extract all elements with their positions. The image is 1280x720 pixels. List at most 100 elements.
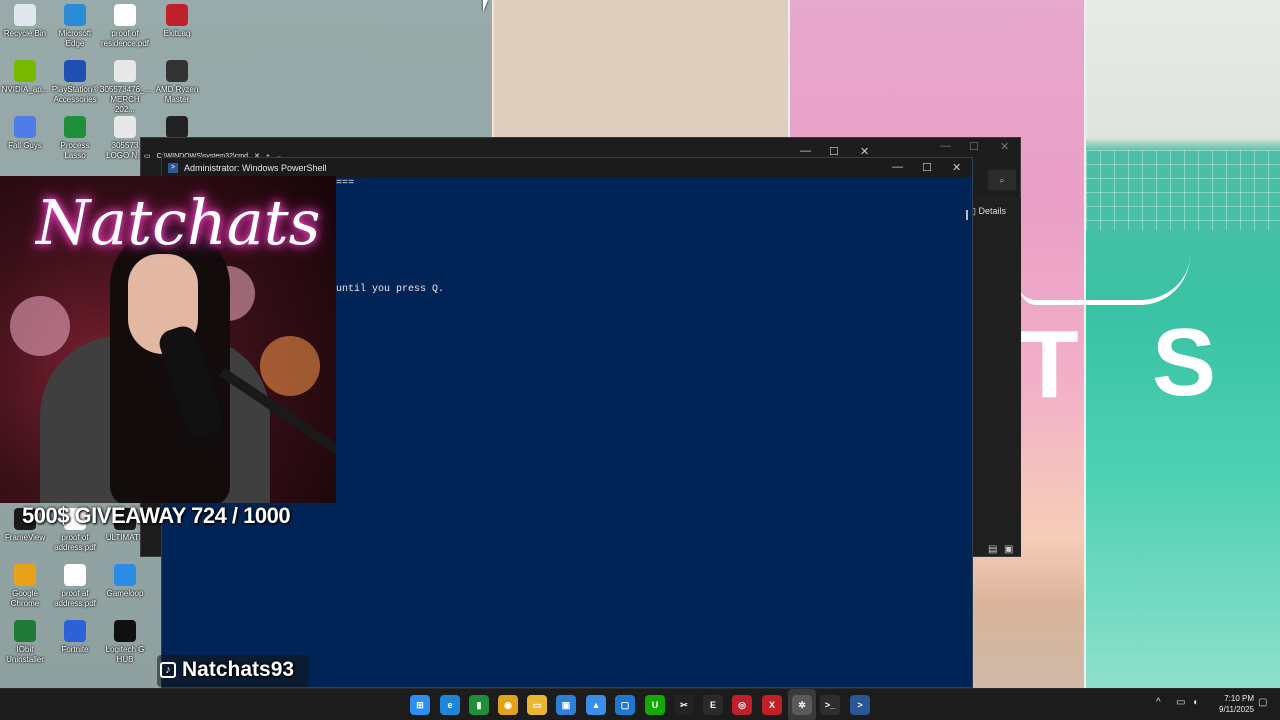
desktop-icon-label: Microsoft Edge: [58, 29, 92, 48]
scrollbar-thumb[interactable]: [966, 210, 968, 220]
desktop-icon[interactable]: 305573476_... MERCH 202...: [100, 60, 152, 115]
app-icon: [114, 4, 136, 26]
desktop-icon-label: Fortnite: [61, 645, 89, 654]
notification-icon[interactable]: ▢: [1258, 697, 1267, 708]
app-icon: [114, 116, 136, 138]
desktop-icon-label: proof af address.pdf: [54, 589, 96, 608]
desktop-icon-label: Logitech G HUB: [105, 645, 145, 664]
desktop-icon[interactable]: Fortnite: [50, 620, 100, 655]
desktop-icon[interactable]: Recycle Bin: [0, 4, 50, 39]
console-line: ===: [336, 178, 355, 189]
social-handle: ♪ Natchats93: [160, 658, 294, 682]
details-label: Details: [978, 206, 1006, 216]
taskbar-explorer-icon[interactable]: ▭: [527, 695, 547, 715]
details-button[interactable]: ▯ Details: [971, 206, 1006, 217]
taskbar-chrome-icon[interactable]: ◉: [498, 695, 518, 715]
app-icon: [14, 620, 36, 642]
desktop-icon[interactable]: Logitech G HUB: [100, 620, 150, 665]
app-icon: [64, 60, 86, 82]
maximize-icon[interactable]: ☐: [969, 140, 979, 153]
taskbar-photos-icon[interactable]: ▲: [586, 695, 606, 715]
close-icon[interactable]: ✕: [1000, 140, 1009, 153]
desktop-icon-label: Fall Guys: [8, 141, 42, 150]
desktop-icon[interactable]: Fall Guys: [0, 116, 50, 151]
close-icon[interactable]: ✕: [952, 161, 961, 174]
app-icon: [14, 564, 36, 586]
desktop-icon[interactable]: IObit Uninstaller: [0, 620, 50, 665]
webcam-overlay: Natchats: [0, 176, 336, 503]
desktop-icon[interactable]: proof af address.pdf: [50, 564, 100, 609]
taskbar-terminal-icon[interactable]: >_: [820, 695, 840, 715]
taskbar: ⊞ e ▮ ◉ ▭ ▣ ▲ ▢ U ✂ E ◎ X ✲ >_ > ^ ▭ ◖ 7:10 PM 9/11/202…: [0, 688, 1280, 720]
desktop-icon[interactable]: AMD Ryzen Master: [152, 60, 202, 105]
handle-text: Natchats93: [182, 658, 295, 681]
taskbar-powershell-icon[interactable]: >: [850, 695, 870, 715]
taskbar-epic-icon[interactable]: E: [703, 695, 723, 715]
desktop-icon[interactable]: proof of residence.pdf: [100, 4, 150, 49]
app-icon: [166, 4, 188, 26]
taskbar-remote-icon[interactable]: ▢: [615, 695, 635, 715]
desktop-icon[interactable]: Gameloop: [100, 564, 150, 599]
desktop-icon-label: PlayStation® Accessories: [51, 85, 99, 104]
desktop-icon-label: Process Lasso: [60, 141, 90, 160]
maximize-icon[interactable]: ☐: [922, 161, 932, 174]
wallpaper-letter: T: [1020, 311, 1079, 418]
tiles-view-icon[interactable]: ▣: [1004, 544, 1013, 555]
app-icon: [14, 4, 36, 26]
clock[interactable]: 7:10 PM 9/11/2025: [1219, 693, 1254, 715]
taskbar-amd-icon[interactable]: ◎: [732, 695, 752, 715]
desktop-icon-label: NVIDIA_ap...: [1, 85, 49, 94]
taskbar-upwork-icon[interactable]: U: [645, 695, 665, 715]
desktop-icon[interactable]: Google Chrome: [0, 564, 50, 609]
desktop-icon[interactable]: Process Lasso: [50, 116, 100, 161]
powershell-titlebar[interactable]: > Administrator: Windows PowerShell: [162, 158, 972, 178]
minimize-icon[interactable]: —: [940, 140, 951, 152]
console-line: until you press Q.: [336, 284, 445, 295]
minimize-icon[interactable]: —: [892, 161, 903, 173]
taskbar-store-icon[interactable]: ▣: [556, 695, 576, 715]
app-icon: [14, 60, 36, 82]
wallpaper-letter: S: [1152, 309, 1217, 416]
desktop-icon-label: 305573476_... MERCH 202...: [100, 85, 152, 114]
app-icon: [166, 60, 188, 82]
app-icon: [64, 620, 86, 642]
background-flower: [10, 296, 70, 356]
desktop-icon[interactable]: Microsoft Edge: [50, 4, 100, 49]
terminal-tab-icon: ▭: [144, 153, 151, 160]
desktop-icon-label: AMD Ryzen Master: [155, 85, 199, 104]
clock-date: 9/11/2025: [1219, 705, 1254, 714]
powershell-title: Administrator: Windows PowerShell: [184, 163, 327, 173]
taskbar-start-icon[interactable]: ⊞: [410, 695, 430, 715]
neon-sign: Natchats: [36, 186, 321, 259]
wallpaper-arc: [1020, 255, 1190, 305]
wallpaper-tiles: [1086, 150, 1280, 230]
desktop-icon[interactable]: ExitLag: [152, 4, 202, 39]
taskbar-edge-icon[interactable]: e: [440, 695, 460, 715]
app-icon: [14, 116, 36, 138]
clock-time: 7:10 PM: [1224, 694, 1254, 703]
network-icon[interactable]: ▭: [1176, 697, 1185, 708]
taskbar-settings-icon[interactable]: ✲: [792, 695, 812, 715]
minimize-icon[interactable]: —: [800, 145, 811, 157]
volume-icon[interactable]: ◖: [1192, 697, 1198, 708]
chevron-up-icon[interactable]: ^: [1156, 697, 1161, 708]
desktop-icon-label: Google Chrome: [10, 589, 40, 608]
taskbar-exitlag-icon[interactable]: X: [762, 695, 782, 715]
app-icon: [64, 116, 86, 138]
desktop-icon-label: IObit Uninstaller: [6, 645, 44, 664]
search-icon[interactable]: ⌕: [988, 170, 1016, 190]
background-lamp: [260, 336, 320, 396]
mouse-cursor-icon: [483, 0, 493, 12]
taskbar-excel-icon[interactable]: ▮: [469, 695, 489, 715]
details-view-icon[interactable]: ▤: [988, 544, 997, 555]
desktop-icon[interactable]: PlayStation® Accessories: [50, 60, 100, 105]
app-icon: [64, 4, 86, 26]
desktop-icon-label: Gameloop: [106, 589, 144, 598]
app-icon: [64, 564, 86, 586]
desktop-icon-label: ExitLag: [163, 29, 191, 38]
desktop-icon-label: proof of residence.pdf: [100, 29, 150, 48]
desktop-icon[interactable]: NVIDIA_ap...: [0, 60, 50, 95]
taskbar-capcut-icon[interactable]: ✂: [674, 695, 694, 715]
powershell-icon: >: [168, 163, 178, 173]
desktop-icon-label: proof of address.pdf: [54, 533, 96, 552]
